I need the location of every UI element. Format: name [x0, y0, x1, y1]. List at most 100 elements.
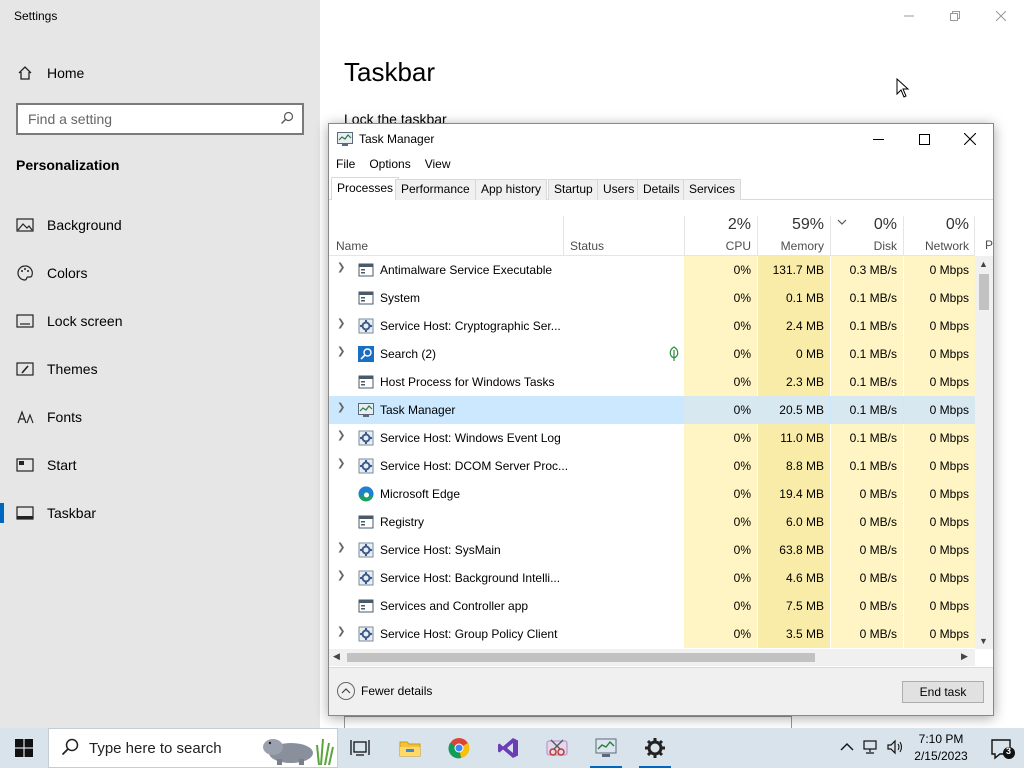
task-manager-taskbar-button[interactable]: [582, 728, 630, 768]
process-row[interactable]: ❯ Service Host: Cryptographic Ser... 0% 2.4…: [329, 312, 975, 340]
scroll-right-icon[interactable]: ▶: [961, 651, 968, 662]
menu-file[interactable]: File: [329, 154, 362, 176]
chevron-up-icon[interactable]: [840, 739, 854, 755]
sidebar-item-background[interactable]: Background: [0, 205, 320, 245]
tab-processes[interactable]: Processes: [331, 177, 400, 200]
sidebar-item-colors[interactable]: Colors: [0, 253, 320, 293]
sidebar-item-fonts[interactable]: Fonts: [0, 397, 320, 437]
column-memory[interactable]: 59% Memory: [758, 216, 830, 256]
settings-search-box[interactable]: [16, 103, 304, 135]
tab-performance[interactable]: Performance: [395, 179, 476, 200]
chevron-right-icon[interactable]: ❯: [337, 430, 345, 441]
scroll-left-icon[interactable]: ◀: [333, 651, 340, 662]
maximize-button[interactable]: [901, 124, 947, 154]
chrome-button[interactable]: [435, 728, 483, 768]
scroll-down-icon[interactable]: ▼: [979, 636, 988, 646]
settings-minimize-button[interactable]: [886, 4, 932, 28]
start-button[interactable]: [0, 728, 48, 768]
column-cpu[interactable]: 2% CPU: [684, 216, 757, 256]
settings-close-button[interactable]: [978, 4, 1024, 28]
tab-users[interactable]: Users: [597, 179, 641, 200]
process-disk-cell: 0.3 MB/s: [831, 256, 903, 284]
menu-options[interactable]: Options: [362, 154, 417, 176]
volume-icon[interactable]: [886, 739, 904, 758]
process-row[interactable]: ❯ Antimalware Service Executable 0% 131.7 M…: [329, 256, 975, 284]
process-row[interactable]: ❯ Service Host: Group Policy Client 0% 3.5 …: [329, 620, 975, 648]
sidebar-item-taskbar[interactable]: Taskbar: [0, 493, 320, 533]
sidebar-item-start[interactable]: Start: [0, 445, 320, 485]
process-row[interactable]: Services and Controller app 0% 7.5 MB 0 MB/…: [329, 592, 975, 620]
process-row[interactable]: ❯ Service Host: Windows Event Log 0% 11.0 M…: [329, 424, 975, 452]
sidebar-item-lock-screen[interactable]: Lock screen: [0, 301, 320, 341]
column-power-partial[interactable]: P: [985, 238, 993, 252]
taskbar-clock[interactable]: 7:10 PM 2/15/2023: [910, 731, 972, 765]
process-name: Service Host: Group Policy Client: [380, 627, 558, 641]
gear-icon: [358, 542, 374, 558]
menu-view[interactable]: View: [418, 154, 458, 176]
column-status[interactable]: Status: [563, 216, 684, 256]
snipping-tool-button[interactable]: [534, 728, 582, 768]
tab-startup[interactable]: Startup: [548, 179, 599, 200]
process-network-cell: 0 Mbps: [904, 480, 975, 508]
tab-app-history[interactable]: App history: [475, 179, 548, 200]
process-row[interactable]: Host Process for Windows Tasks 0% 2.3 MB 0.…: [329, 368, 975, 396]
window-icon: [358, 262, 374, 278]
taskbar-search-box[interactable]: Type here to search: [48, 728, 338, 768]
column-name[interactable]: Name: [329, 216, 563, 256]
process-row[interactable]: System 0% 0.1 MB 0.1 MB/s 0 Mbps: [329, 284, 975, 312]
scroll-up-icon[interactable]: ▲: [979, 259, 988, 269]
sidebar-item-themes[interactable]: Themes: [0, 349, 320, 389]
column-disk[interactable]: 0% Disk: [831, 216, 903, 256]
chevron-right-icon[interactable]: ❯: [337, 542, 345, 553]
process-network-cell: 0 Mbps: [904, 592, 975, 620]
close-button[interactable]: [947, 124, 993, 154]
chevron-right-icon[interactable]: ❯: [337, 458, 345, 469]
window-icon: [358, 598, 374, 614]
tab-services[interactable]: Services: [683, 179, 742, 200]
chevron-right-icon[interactable]: ❯: [337, 318, 345, 329]
search-icon: [61, 738, 79, 756]
home-nav-item[interactable]: Home: [0, 53, 320, 93]
task-view-button[interactable]: [336, 728, 384, 768]
process-row[interactable]: ❯ Task Manager 0% 20.5 MB 0.1 MB/s 0 Mbps: [329, 396, 975, 424]
settings-restore-button[interactable]: [932, 4, 978, 28]
process-disk-cell: 0.1 MB/s: [831, 368, 903, 396]
process-row[interactable]: ❯ Service Host: SysMain 0% 63.8 MB 0 MB/s 0 M…: [329, 536, 975, 564]
chevron-right-icon[interactable]: ❯: [337, 402, 345, 413]
settings-search-input[interactable]: [18, 105, 258, 133]
column-divider[interactable]: [974, 216, 975, 256]
chevron-right-icon[interactable]: ❯: [337, 346, 345, 357]
column-network[interactable]: 0% Network: [904, 216, 975, 256]
visual-studio-button[interactable]: [484, 728, 532, 768]
process-disk-cell: 0 MB/s: [831, 480, 903, 508]
process-row[interactable]: ❯ Service Host: Background Intelli... 0% 4.…: [329, 564, 975, 592]
search-icon[interactable]: [280, 111, 294, 128]
chevron-right-icon[interactable]: ❯: [337, 570, 345, 581]
chevron-right-icon[interactable]: ❯: [337, 262, 345, 273]
sidebar-item-label: Background: [47, 217, 122, 233]
fewer-details-button[interactable]: Fewer details: [337, 682, 432, 700]
notification-center-button[interactable]: 3: [980, 728, 1024, 768]
process-network-cell: 0 Mbps: [904, 284, 975, 312]
chevron-right-icon[interactable]: ❯: [337, 626, 345, 637]
process-row[interactable]: ❯ Search (2) 0% 0 MB 0.1 MB/s 0 Mbps: [329, 340, 975, 368]
horizontal-scrollbar[interactable]: ◀ ▶: [329, 649, 975, 666]
process-row[interactable]: ❯ Service Host: DCOM Server Proc... 0% 8.8 …: [329, 452, 975, 480]
settings-taskbar-button[interactable]: [631, 728, 679, 768]
network-icon[interactable]: [862, 739, 880, 758]
gear-icon: [358, 570, 374, 586]
vertical-scrollbar[interactable]: ▲ ▼: [975, 256, 993, 649]
suspended-leaf-icon: [667, 346, 681, 362]
process-memory-cell: 0.1 MB: [758, 284, 830, 312]
tab-details[interactable]: Details: [637, 179, 686, 200]
process-row[interactable]: Registry 0% 6.0 MB 0 MB/s 0 Mbps: [329, 508, 975, 536]
scroll-thumb[interactable]: [979, 274, 989, 310]
scroll-thumb[interactable]: [347, 653, 815, 662]
end-task-button[interactable]: End task: [902, 681, 984, 703]
file-explorer-button[interactable]: [386, 728, 434, 768]
task-manager-titlebar[interactable]: Task Manager: [329, 124, 993, 154]
brush-icon: [16, 360, 34, 378]
process-row[interactable]: Microsoft Edge 0% 19.4 MB 0 MB/s 0 Mbps: [329, 480, 975, 508]
task-manager-window: Task Manager File Options View Processes…: [328, 123, 994, 716]
minimize-button[interactable]: [855, 124, 901, 154]
